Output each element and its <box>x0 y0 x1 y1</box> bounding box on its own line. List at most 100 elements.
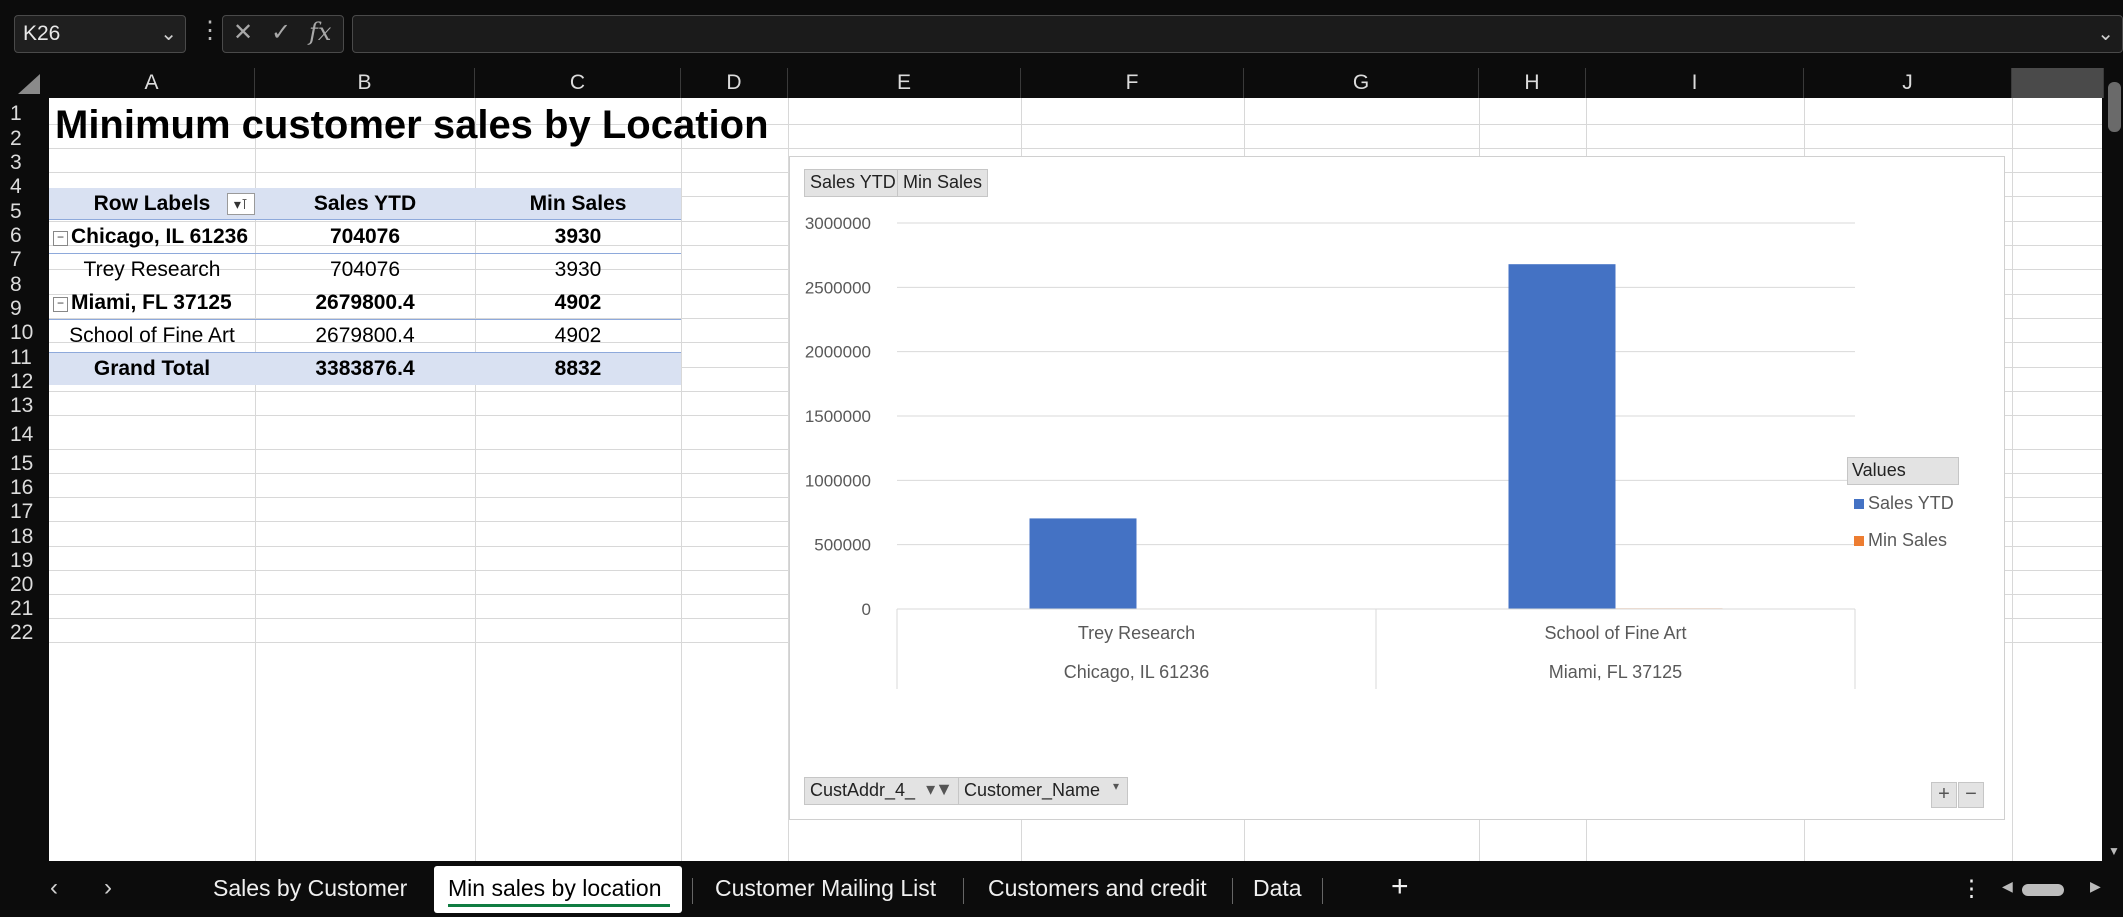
dropdown-icon[interactable]: ▾ <box>1113 779 1119 793</box>
column-header-j[interactable]: J <box>1804 68 2012 98</box>
row-header-4[interactable]: 4 <box>10 172 49 198</box>
pivot-row-min: 4902 <box>554 291 602 314</box>
axis-field-button-customer-name[interactable]: Customer_Name ▾ <box>958 777 1128 805</box>
column-header-g[interactable]: G <box>1244 68 1479 98</box>
bar-sales-ytd <box>1508 264 1616 609</box>
grand-total-min: 8832 <box>554 357 602 380</box>
row-header-9[interactable]: 9 <box>10 294 49 320</box>
row-header-20[interactable]: 20 <box>10 570 49 596</box>
chart-plot: 0 500000 1000000 1500000 2000000 2500000 30000… <box>805 214 1856 689</box>
pivot-row-sales: 704076 <box>329 225 401 248</box>
pivot-row-sales: 704076 <box>329 258 401 281</box>
row-header-22[interactable]: 22 <box>10 618 49 644</box>
select-all-corner[interactable] <box>10 70 46 96</box>
legend-item-min-sales: Min Sales <box>1854 530 1947 551</box>
row-header-3[interactable]: 3 <box>10 148 49 174</box>
row-header-15[interactable]: 15 <box>10 449 49 475</box>
name-box[interactable]: K26 ⌄ <box>14 15 186 53</box>
x-group-label: Chicago, IL 61236 <box>1064 662 1209 682</box>
column-header-h[interactable]: H <box>1479 68 1586 98</box>
filter-icon[interactable]: ▾▼ <box>926 779 953 800</box>
add-sheet-icon[interactable]: + <box>1391 870 1409 904</box>
row-header-14[interactable]: 14 <box>10 415 49 449</box>
scroll-right-icon[interactable]: ▶ <box>2090 878 2101 895</box>
column-header-e[interactable]: E <box>788 68 1021 98</box>
legend-label: Min Sales <box>1868 530 1948 550</box>
more-options-icon[interactable]: ⋮ <box>198 16 222 45</box>
row-header-7[interactable]: 7 <box>10 245 49 271</box>
x-category-label: School of Fine Art <box>1544 623 1686 643</box>
collapse-icon[interactable]: − <box>53 297 68 312</box>
scroll-thumb[interactable] <box>2108 82 2121 132</box>
row-header-1[interactable]: 1 <box>10 98 49 125</box>
column-header-i[interactable]: I <box>1586 68 1804 98</box>
row-header-16[interactable]: 16 <box>10 473 49 499</box>
y-tick-label: 500000 <box>814 536 871 555</box>
expand-field-button[interactable]: + <box>1931 782 1957 808</box>
cancel-icon[interactable]: ✕ <box>233 18 253 47</box>
row-header-5[interactable]: 5 <box>10 196 49 223</box>
bar-sales-ytd <box>1029 518 1137 609</box>
column-header-b[interactable]: B <box>255 68 475 98</box>
pivot-row-min: 4902 <box>554 324 602 347</box>
pivot-row-min: 3930 <box>554 225 602 248</box>
insert-function-icon[interactable]: fx <box>309 18 331 46</box>
expand-formula-icon[interactable]: ⌄ <box>2097 21 2114 46</box>
collapse-field-button[interactable]: − <box>1958 782 1984 808</box>
legend-swatch <box>1854 536 1864 547</box>
pivot-row-label: Miami, FL 37125 <box>71 291 232 314</box>
axis-field-button-custaddr[interactable]: CustAddr_4_ ▾▼ <box>804 777 960 805</box>
formula-input[interactable]: ⌄ <box>352 15 2123 53</box>
column-header-f[interactable]: F <box>1021 68 1244 98</box>
x-category-label: Trey Research <box>1078 623 1195 643</box>
filter-icon[interactable]: ▾⊺ <box>227 193 255 215</box>
worksheet-grid[interactable]: Minimum customer sales by Location Row L… <box>49 98 2102 861</box>
column-header-d[interactable]: D <box>681 68 788 98</box>
tab-data[interactable]: Data <box>1253 875 1302 902</box>
scroll-down-icon[interactable]: ▼ <box>2108 844 2120 858</box>
y-tick-label: 3000000 <box>805 214 871 233</box>
pivot-row-label: Trey Research <box>83 258 221 281</box>
column-header-k[interactable] <box>2012 68 2104 98</box>
row-header-21[interactable]: 21 <box>10 594 49 620</box>
next-sheet-icon[interactable]: › <box>104 874 112 902</box>
pivot-row-sales: 2679800.4 <box>315 324 415 347</box>
row-header-10[interactable]: 10 <box>10 318 49 344</box>
pivot-row-min: 3930 <box>554 258 602 281</box>
y-tick-label: 2500000 <box>805 278 871 297</box>
enter-icon[interactable]: ✓ <box>271 18 291 47</box>
row-header-17[interactable]: 17 <box>10 497 49 523</box>
tab-min-sales-by-location[interactable]: Min sales by location <box>448 875 662 902</box>
tab-customer-mailing-list[interactable]: Customer Mailing List <box>715 875 936 902</box>
pivot-chart[interactable]: Sales YTD Min Sales 0 500000 1000000 150000… <box>789 156 2005 820</box>
scroll-thumb[interactable] <box>2022 884 2064 896</box>
column-header-c[interactable]: C <box>475 68 681 98</box>
row-header-8[interactable]: 8 <box>10 269 49 296</box>
row-header-13[interactable]: 13 <box>10 391 49 417</box>
y-tick-label: 1000000 <box>805 471 871 490</box>
row-header-2[interactable]: 2 <box>10 124 49 150</box>
row-header-19[interactable]: 19 <box>10 546 49 572</box>
row-header-12[interactable]: 12 <box>10 367 49 393</box>
row-header-6[interactable]: 6 <box>10 221 49 247</box>
tab-sales-by-customer[interactable]: Sales by Customer <box>213 875 407 902</box>
legend-label: Sales YTD <box>1868 493 1954 513</box>
legend-title[interactable]: Values <box>1847 457 1959 485</box>
pivot-header-min-sales: Min Sales <box>529 192 627 215</box>
scroll-left-icon[interactable]: ◀ <box>2002 878 2013 895</box>
row-header-11[interactable]: 11 <box>10 342 49 369</box>
grand-total-sales: 3383876.4 <box>315 357 415 380</box>
axis-field-label: CustAddr_4_ <box>810 780 916 800</box>
prev-sheet-icon[interactable]: ‹ <box>50 874 58 902</box>
tab-customers-and-credit[interactable]: Customers and credit <box>988 875 1207 902</box>
vertical-scrollbar[interactable]: ▼ <box>2106 68 2123 861</box>
chevron-down-icon[interactable]: ⌄ <box>160 21 177 46</box>
row-header-18[interactable]: 18 <box>10 521 49 548</box>
column-header-a[interactable]: A <box>49 68 255 98</box>
collapse-icon[interactable]: − <box>53 231 68 246</box>
legend-swatch <box>1854 499 1864 510</box>
horizontal-scrollbar[interactable]: ◀ ▶ <box>2002 878 2102 900</box>
pivot-row-sales: 2679800.4 <box>315 291 415 314</box>
pivot-row-label: Chicago, IL 61236 <box>71 225 249 248</box>
more-options-icon[interactable]: ⋮ <box>1960 875 1983 902</box>
